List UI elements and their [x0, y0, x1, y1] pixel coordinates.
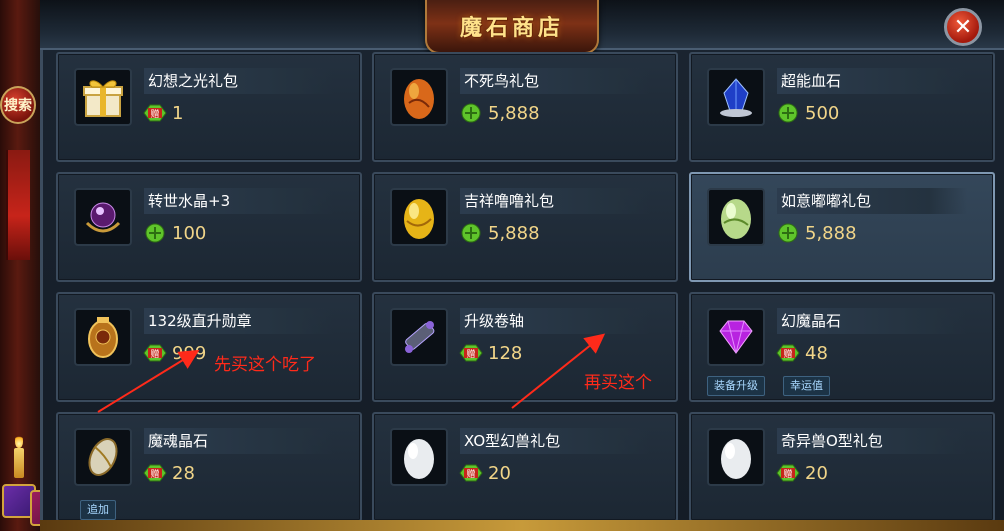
item-name: XO型幻兽礼包 — [460, 428, 650, 454]
equip-upgrade-button[interactable]: 装备升级 — [707, 376, 765, 396]
item-price: 5,888 — [488, 102, 540, 124]
jade-icon — [458, 223, 484, 243]
item-name: 幻想之光礼包 — [144, 68, 334, 94]
price-row: 赠 48 — [775, 340, 828, 366]
green-egg-icon — [707, 188, 765, 246]
svg-text:赠: 赠 — [150, 108, 159, 120]
gift-jade-icon: 赠 — [775, 343, 801, 363]
price-row: 赠 1 — [142, 100, 183, 126]
item-price: 48 — [805, 342, 828, 364]
gift-jade-icon: 赠 — [458, 343, 484, 363]
price-row: 赠 20 — [458, 460, 511, 486]
blue-blood-stone-icon — [707, 68, 765, 126]
close-icon: ✕ — [953, 14, 973, 40]
gold-gift-box-icon — [74, 68, 132, 126]
gift-jade-icon: 赠 — [142, 463, 168, 483]
svg-text:赠: 赠 — [466, 468, 475, 480]
spirit-crystal-icon — [74, 428, 132, 486]
item-name: 魔魂晶石 — [144, 428, 334, 454]
price-row: 赠 20 — [775, 460, 828, 486]
item-price: 28 — [172, 462, 195, 484]
gift-jade-icon: 赠 — [142, 103, 168, 123]
item-price: 999 — [172, 342, 207, 364]
gold-medal-icon — [74, 308, 132, 366]
gift-jade-icon: 赠 — [458, 463, 484, 483]
title-plate: 魔石商店 — [425, 0, 599, 54]
item-name: 奇异兽O型礼包 — [777, 428, 967, 454]
item-name: 升级卷轴 — [460, 308, 650, 334]
scroll-icon — [390, 308, 448, 366]
white-egg-icon — [390, 428, 448, 486]
item-price: 128 — [488, 342, 523, 364]
price-row: 500 — [775, 100, 839, 126]
price-row: 赠 999 — [142, 340, 206, 366]
annotation-second: 再买这个 — [584, 373, 652, 393]
gift-jade-icon: 赠 — [142, 343, 168, 363]
shop-item-card[interactable]: 132级直升勋章 赠 999 — [56, 292, 362, 402]
shop-item-card[interactable]: 幻魔晶石 赠 48 装备升级 幸运值 — [689, 292, 995, 402]
price-row: 5,888 — [775, 220, 857, 246]
price-row: 赠 28 — [142, 460, 195, 486]
item-name: 不死鸟礼包 — [460, 68, 650, 94]
item-price: 500 — [805, 102, 840, 124]
orange-egg-icon — [390, 68, 448, 126]
luck-value-button[interactable]: 幸运值 — [783, 376, 830, 396]
svg-text:赠: 赠 — [150, 348, 159, 360]
item-name: 吉祥噜噜礼包 — [460, 188, 650, 214]
item-price: 20 — [488, 462, 511, 484]
purple-crystal-orb-icon — [74, 188, 132, 246]
item-name: 幻魔晶石 — [777, 308, 967, 334]
shop-item-card[interactable]: 不死鸟礼包 5,888 — [372, 52, 678, 162]
panel-bottom-frame — [40, 520, 1004, 531]
shop-item-card[interactable]: 幻想之光礼包 赠 1 — [56, 52, 362, 162]
svg-text:赠: 赠 — [150, 468, 159, 480]
shop-item-card[interactable]: 魔魂晶石 赠 28 追加 — [56, 412, 362, 522]
shop-item-card[interactable]: 奇异兽O型礼包 赠 20 — [689, 412, 995, 522]
red-banner-decoration — [6, 150, 30, 260]
shop-item-card[interactable]: 超能血石 500 — [689, 52, 995, 162]
annotation-first: 先买这个吃了 — [214, 355, 316, 375]
jade-icon — [775, 223, 801, 243]
close-button[interactable]: ✕ — [944, 8, 982, 46]
shop-item-card[interactable]: 转世水晶+3 100 — [56, 172, 362, 282]
item-name: 如意嘟嘟礼包 — [777, 188, 967, 214]
item-price: 20 — [805, 462, 828, 484]
search-tab-button[interactable]: 搜索 — [0, 86, 36, 124]
candle-icon — [14, 434, 24, 478]
price-row: 5,888 — [458, 220, 540, 246]
jade-icon — [775, 103, 801, 123]
item-price: 5,888 — [805, 222, 857, 244]
item-name: 转世水晶+3 — [144, 188, 334, 214]
purple-gem-icon — [707, 308, 765, 366]
price-row: 100 — [142, 220, 206, 246]
item-price: 100 — [172, 222, 207, 244]
append-button[interactable]: 追加 — [80, 500, 116, 520]
item-price: 5,888 — [488, 222, 540, 244]
shop-item-card[interactable]: 吉祥噜噜礼包 5,888 — [372, 172, 678, 282]
gift-jade-icon: 赠 — [775, 463, 801, 483]
page-title: 魔石商店 — [459, 16, 564, 41]
price-row: 5,888 — [458, 100, 540, 126]
svg-text:赠: 赠 — [466, 348, 475, 360]
svg-text:赠: 赠 — [783, 468, 792, 480]
item-price: 1 — [172, 102, 184, 124]
yellow-egg-icon — [390, 188, 448, 246]
white-egg-icon — [707, 428, 765, 486]
shop-item-card-selected[interactable]: 如意嘟嘟礼包 5,888 — [689, 172, 995, 282]
item-name: 超能血石 — [777, 68, 967, 94]
jade-icon — [142, 223, 168, 243]
jade-icon — [458, 103, 484, 123]
price-row: 赠 128 — [458, 340, 522, 366]
svg-text:赠: 赠 — [783, 348, 792, 360]
shop-item-card[interactable]: XO型幻兽礼包 赠 20 — [372, 412, 678, 522]
item-name: 132级直升勋章 — [144, 308, 334, 334]
